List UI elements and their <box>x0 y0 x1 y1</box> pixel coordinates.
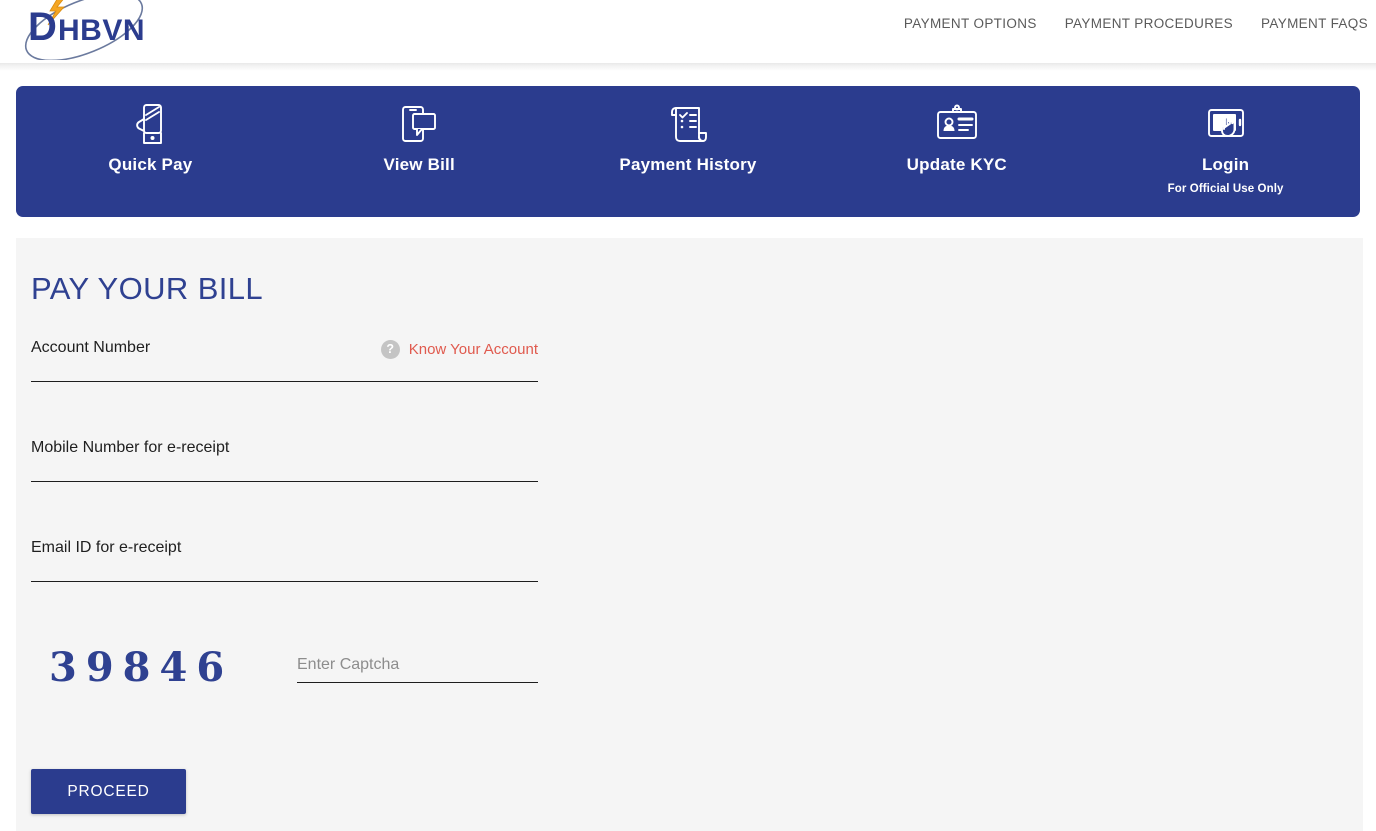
svg-text:D: D <box>28 5 57 49</box>
nav-item-update-kyc[interactable]: Update KYC <box>822 86 1091 217</box>
phone-speech-bubble-icon <box>399 103 439 147</box>
email-id-input[interactable] <box>31 560 538 582</box>
mobile-number-input[interactable] <box>31 460 538 482</box>
nav-item-label: View Bill <box>383 155 455 174</box>
page-title: PAY YOUR BILL <box>31 271 264 306</box>
know-your-account-help[interactable]: ? Know Your Account <box>380 340 538 359</box>
pay-bill-panel: PAY YOUR BILL Account Number ? Know Your… <box>16 238 1363 831</box>
nav-item-label: Payment History <box>619 155 757 174</box>
nav-item-label: Quick Pay <box>108 155 193 174</box>
proceed-button[interactable]: PROCEED <box>31 769 186 814</box>
captcha-row: 39846 <box>31 634 538 724</box>
account-number-input[interactable] <box>31 360 538 382</box>
nav-item-login[interactable]: Login For Official Use Only <box>1091 86 1360 217</box>
top-nav: PAYMENT OPTIONS PAYMENT PROCEDURES PAYME… <box>890 12 1372 35</box>
question-mark-icon[interactable]: ? <box>380 340 400 359</box>
receipt-scroll-checklist-icon <box>668 103 708 147</box>
header-divider <box>0 63 1376 71</box>
field-label: Account Number <box>31 339 151 356</box>
nav-item-sublabel: For Official Use Only <box>1167 183 1284 195</box>
field-mobile-number: Mobile Number for e-receipt <box>31 434 538 534</box>
pay-bill-form: Account Number ? Know Your Account Mobil… <box>31 334 591 724</box>
nav-item-label: Update KYC <box>906 155 1007 174</box>
id-card-badge-icon <box>934 103 980 147</box>
nav-item-quick-pay[interactable]: Quick Pay <box>16 86 285 217</box>
know-your-account-link[interactable]: Know Your Account <box>409 341 538 358</box>
dhbvn-logo-icon: D HBVN <box>24 0 145 60</box>
hand-holding-phone-icon <box>133 103 167 147</box>
dhbvn-logo[interactable]: D HBVN <box>14 0 184 60</box>
nav-item-payment-history[interactable]: Payment History <box>554 86 823 217</box>
site-header: D HBVN PAYMENT OPTIONS PAYMENT PROCEDURE… <box>0 0 1376 63</box>
primary-service-nav: Quick Pay View Bill Payment History Upda… <box>16 86 1360 217</box>
captcha-image: 39846 <box>49 644 234 691</box>
field-email-id: Email ID for e-receipt <box>31 534 538 634</box>
field-account-number: Account Number ? Know Your Account <box>31 334 538 434</box>
svg-text:HBVN: HBVN <box>58 14 145 47</box>
field-label: Mobile Number for e-receipt <box>31 439 230 456</box>
top-nav-link-payment-procedures[interactable]: PAYMENT PROCEDURES <box>1051 12 1247 35</box>
top-nav-link-payment-faqs[interactable]: PAYMENT FAQS <box>1247 12 1372 35</box>
nav-item-label: Login <box>1201 155 1250 174</box>
field-label: Email ID for e-receipt <box>31 539 182 556</box>
nav-item-view-bill[interactable]: View Bill <box>285 86 554 217</box>
captcha-input[interactable] <box>297 653 538 683</box>
tablet-tap-hand-icon <box>1203 103 1249 147</box>
top-nav-link-payment-options[interactable]: PAYMENT OPTIONS <box>890 12 1051 35</box>
